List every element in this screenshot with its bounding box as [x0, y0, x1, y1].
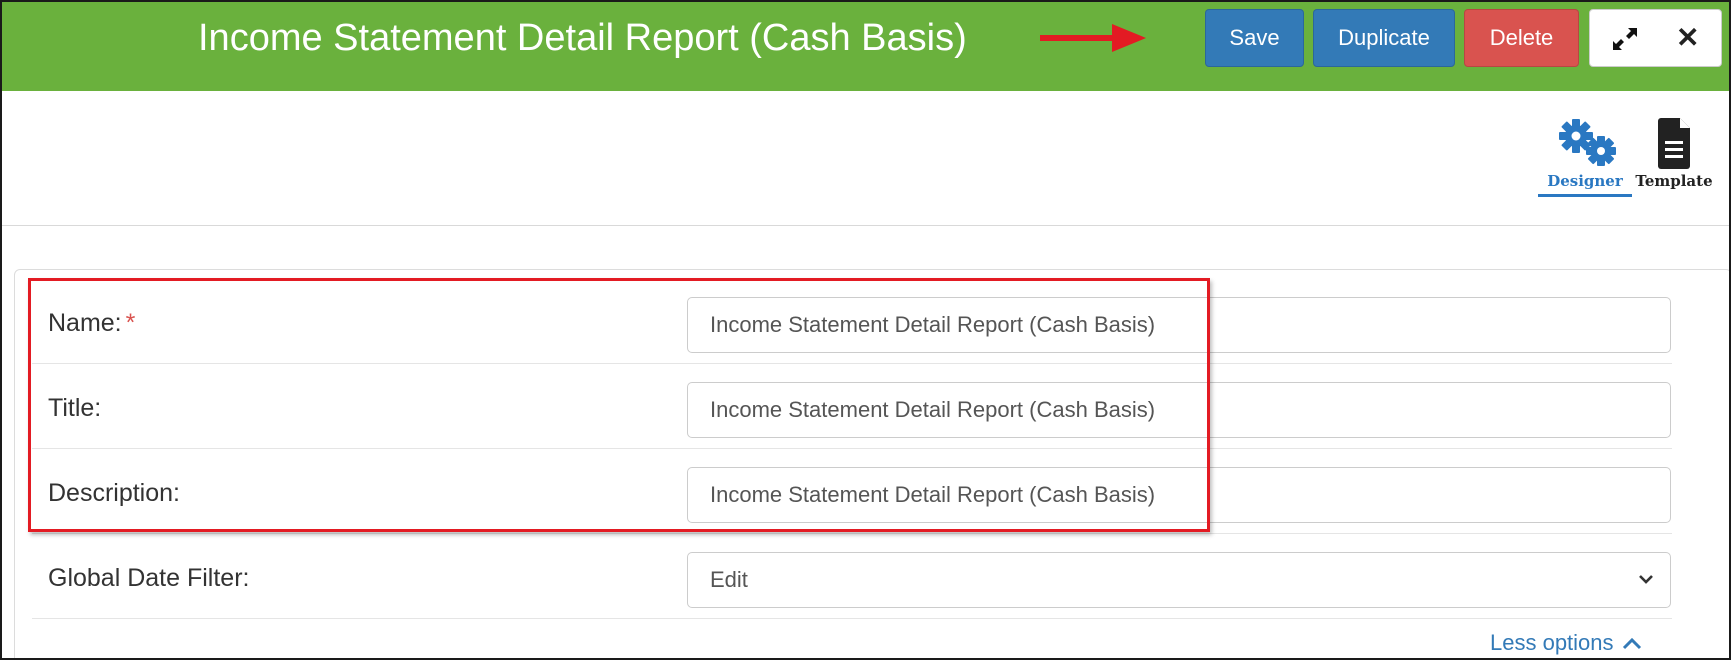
row-divider	[32, 618, 1672, 619]
save-button[interactable]: Save	[1205, 9, 1304, 67]
global-date-filter-label: Global Date Filter:	[48, 564, 250, 592]
less-options-link[interactable]: Less options	[1490, 630, 1642, 656]
report-editor-window: Income Statement Detail Report (Cash Bas…	[0, 0, 1731, 660]
row-divider	[32, 533, 1672, 534]
header-bar: Income Statement Detail Report (Cash Bas…	[2, 2, 1729, 91]
tab-template[interactable]: Template	[1634, 116, 1714, 198]
window-controls: ✕	[1589, 9, 1722, 67]
annotation-arrow	[1040, 24, 1146, 52]
duplicate-button[interactable]: Duplicate	[1313, 9, 1455, 67]
tab-designer-label: Designer	[1547, 172, 1623, 190]
global-date-filter-value: Edit	[710, 567, 748, 592]
global-date-filter-select[interactable]: Edit	[687, 552, 1671, 608]
expand-icon[interactable]	[1612, 27, 1638, 51]
document-icon	[1658, 118, 1690, 169]
less-options-label: Less options	[1490, 630, 1614, 655]
gears-icon	[1559, 119, 1616, 166]
chevron-down-icon	[1639, 575, 1653, 584]
annotation-highlight-box	[28, 278, 1210, 532]
tab-designer[interactable]: Designer	[1538, 116, 1632, 198]
delete-button[interactable]: Delete	[1464, 9, 1579, 67]
close-icon[interactable]: ✕	[1676, 20, 1699, 56]
report-title: Income Statement Detail Report (Cash Bas…	[198, 17, 967, 59]
chevron-up-icon	[1622, 637, 1641, 650]
tab-template-label: Template	[1635, 172, 1713, 190]
divider	[2, 225, 1729, 226]
active-tab-indicator	[1538, 194, 1632, 197]
